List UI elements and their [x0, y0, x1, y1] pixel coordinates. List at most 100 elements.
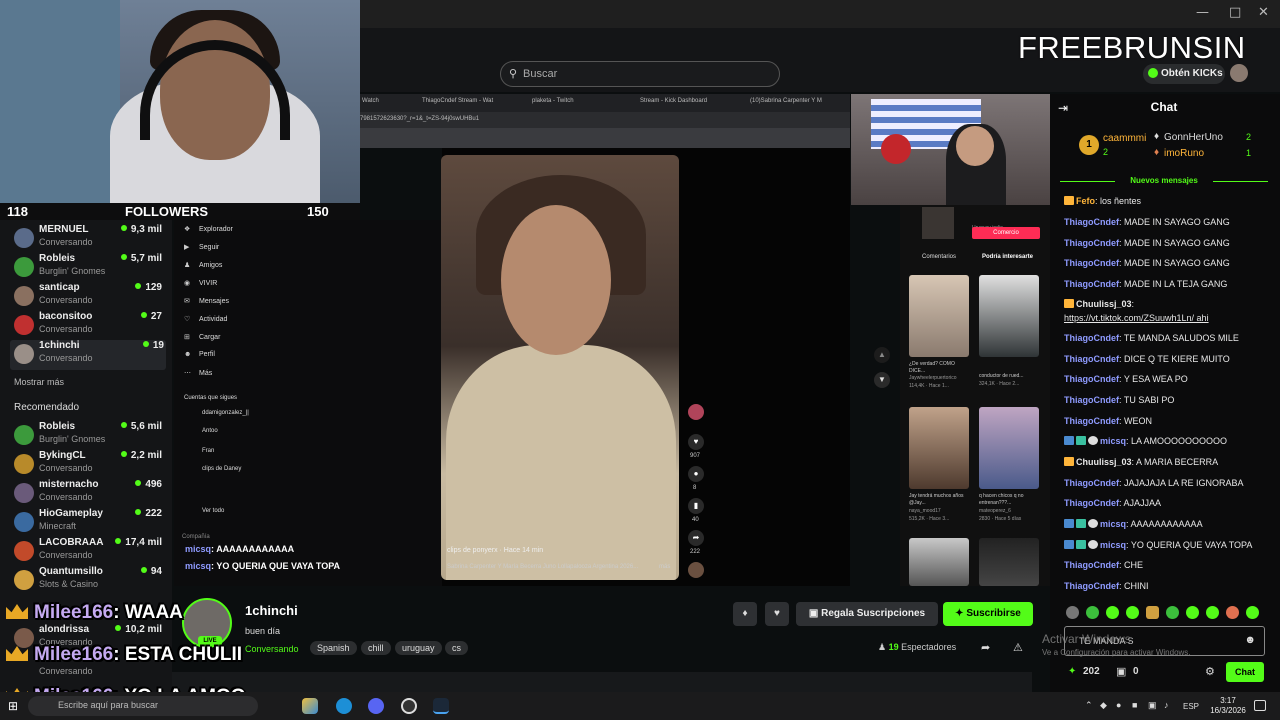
gifter-name[interactable]: GonnHerUno: [1164, 132, 1223, 143]
maximize-icon[interactable]: □: [1229, 5, 1241, 20]
emote-icon[interactable]: [1226, 606, 1239, 619]
tray-icon[interactable]: ■: [1132, 700, 1137, 710]
see-all-link[interactable]: Ver todo: [202, 508, 224, 514]
new-messages-divider[interactable]: Nuevos mensajes: [1060, 176, 1268, 188]
send-chat-button[interactable]: Chat: [1226, 662, 1264, 682]
tray-chevron-icon[interactable]: ⌃: [1085, 700, 1093, 711]
follow-heart-button[interactable]: ♥: [765, 602, 789, 626]
user-avatar[interactable]: [1230, 64, 1248, 82]
emote-icon[interactable]: [1246, 606, 1259, 619]
emote-icon[interactable]: [1066, 606, 1079, 619]
share-icon[interactable]: ➦: [688, 530, 704, 546]
volume-icon[interactable]: ♪: [1164, 700, 1169, 710]
chat-settings-icon[interactable]: ⚙: [1205, 665, 1215, 678]
recommended-channel[interactable]: BykingCL Conversando 2,2 mil: [14, 450, 164, 480]
browser-tab[interactable]: plaketa - Twitch: [532, 98, 574, 104]
tab-you-may-like[interactable]: Podría interesarte: [982, 254, 1033, 260]
obs-icon[interactable]: [401, 698, 417, 714]
company-link[interactable]: Compañía: [182, 534, 210, 540]
subscribe-button[interactable]: ✦ Suscribirse: [943, 602, 1033, 626]
sidebar-channel[interactable]: santicap Conversando 129: [14, 282, 164, 312]
report-icon[interactable]: ⚠: [1013, 641, 1023, 654]
video-author[interactable]: clips de ponyerx · Hace 14 min: [447, 547, 543, 554]
emote-icon[interactable]: [1086, 606, 1099, 619]
tiktok-nav-item[interactable]: ◉ VIVIR: [184, 279, 217, 287]
windows-start-icon[interactable]: ⊞: [8, 699, 18, 713]
sidebar-channel[interactable]: Robleis Burglin' Gnomes 5,7 mil: [14, 253, 164, 283]
emote-icon[interactable]: [1206, 606, 1219, 619]
close-icon[interactable]: ✕: [1258, 5, 1269, 20]
chat-message-link[interactable]: https://vt.tiktok.com/ZSuuwh1Ln/ ahi: [1064, 313, 1272, 323]
creator-avatar[interactable]: [688, 404, 704, 420]
following-account[interactable]: clips de Daney: [202, 466, 241, 472]
copilot-icon[interactable]: [302, 698, 318, 714]
kicks-balance[interactable]: 202: [1083, 666, 1100, 677]
browser-tab[interactable]: (10)Sabrina Carpenter Y M: [750, 98, 822, 104]
following-account[interactable]: Antoo: [202, 428, 218, 434]
tiktok-nav-item[interactable]: ♡ Actividad: [184, 315, 227, 323]
share-icon[interactable]: ➦: [981, 641, 990, 654]
video-thumbnail[interactable]: [909, 275, 969, 357]
steam-icon[interactable]: [433, 698, 449, 714]
recommended-channel[interactable]: misternacho Conversando 496: [14, 479, 164, 509]
recommended-channel[interactable]: LACOBRAAA Conversando 17,4 mil: [14, 537, 164, 567]
get-kicks-button[interactable]: Obtén KICKs: [1143, 64, 1225, 84]
notification-center-icon[interactable]: [1254, 700, 1266, 711]
gift-subs-button[interactable]: ▣ Regala Suscripciones: [796, 602, 938, 626]
sound-disc-icon[interactable]: [688, 562, 704, 578]
network-icon[interactable]: ▣: [1148, 700, 1157, 711]
emoji-icon[interactable]: ☻: [1244, 634, 1256, 646]
stream-tag[interactable]: cs: [445, 641, 468, 655]
stream-tag[interactable]: uruguay: [395, 641, 442, 655]
tiktok-nav-item[interactable]: ☻ Perfil: [184, 351, 215, 358]
sidebar-channel-active[interactable]: 1chinchi Conversando 19: [10, 340, 166, 370]
follow-button[interactable]: Comercio: [972, 227, 1040, 239]
discord-icon[interactable]: [368, 698, 384, 714]
scroll-down-icon[interactable]: ▼: [874, 372, 890, 388]
tab-comments[interactable]: Comentarios: [922, 254, 956, 260]
browser-tab[interactable]: Watch: [362, 98, 379, 104]
tiktok-video[interactable]: clips de ponyerx · Hace 14 min Sabrina C…: [441, 155, 679, 580]
emote-icon[interactable]: [1106, 606, 1119, 619]
tray-icon[interactable]: ◆: [1100, 700, 1107, 711]
emote-icon[interactable]: [1166, 606, 1179, 619]
recommended-channel[interactable]: Robleis Burglin' Gnomes 5,6 mil: [14, 421, 164, 451]
edge-icon[interactable]: [336, 698, 352, 714]
language-indicator[interactable]: ESP: [1183, 702, 1199, 711]
browser-tab[interactable]: Stream - Kick Dashboard: [640, 98, 707, 104]
recommended-channel[interactable]: Quantumsillo Slots & Casino 94: [14, 566, 164, 596]
browser-tab[interactable]: ThiagoCndef Stream - Wat: [422, 98, 493, 104]
video-thumbnail[interactable]: [979, 538, 1039, 586]
bookmark-icon[interactable]: ▮: [688, 498, 704, 514]
taskbar-clock[interactable]: 3:17 16/3/2026: [1210, 696, 1246, 716]
stream-tag[interactable]: chill: [361, 641, 391, 655]
tiktok-nav-item[interactable]: ⋯ Más: [184, 369, 212, 377]
emote-icon[interactable]: [1126, 606, 1139, 619]
video-more-link[interactable]: más: [659, 564, 670, 570]
following-account[interactable]: Fran: [202, 448, 214, 454]
show-more-link[interactable]: Mostrar más: [14, 377, 64, 387]
video-thumbnail[interactable]: [909, 538, 969, 586]
gifter-name[interactable]: caammmi: [1103, 133, 1146, 144]
stream-category[interactable]: Conversando: [245, 644, 299, 654]
tiktok-nav-item[interactable]: ♟ Amigos: [184, 261, 222, 269]
comment-icon[interactable]: ●: [688, 466, 704, 482]
following-account[interactable]: ddamigonzalez_||: [202, 410, 249, 416]
minimize-icon[interactable]: —: [1196, 5, 1209, 20]
sidebar-channel[interactable]: MERNUEL Conversando 9,3 mil: [14, 224, 164, 254]
scroll-up-icon[interactable]: ▲: [874, 347, 890, 363]
tiktok-nav-item[interactable]: ▶ Seguir: [184, 243, 219, 251]
tiktok-nav-item[interactable]: ✉ Mensajes: [184, 297, 229, 305]
sidebar-channel[interactable]: baconsitoo Conversando 27: [14, 311, 164, 341]
video-thumbnail[interactable]: [909, 407, 969, 489]
emote-icon[interactable]: [1186, 606, 1199, 619]
like-icon[interactable]: ♥: [688, 434, 704, 450]
gifter-name[interactable]: imoRuno: [1164, 148, 1204, 159]
microphone-icon[interactable]: ●: [1116, 700, 1121, 710]
video-thumbnail[interactable]: [979, 275, 1039, 357]
streamer-name[interactable]: 1chinchi: [245, 603, 298, 618]
notifications-bell-button[interactable]: ♦: [733, 602, 757, 626]
emote-icon[interactable]: [1146, 606, 1159, 619]
recommended-channel[interactable]: HioGameplay Minecraft 222: [14, 508, 164, 538]
tiktok-nav-item[interactable]: ❖ Explorador: [184, 225, 233, 233]
